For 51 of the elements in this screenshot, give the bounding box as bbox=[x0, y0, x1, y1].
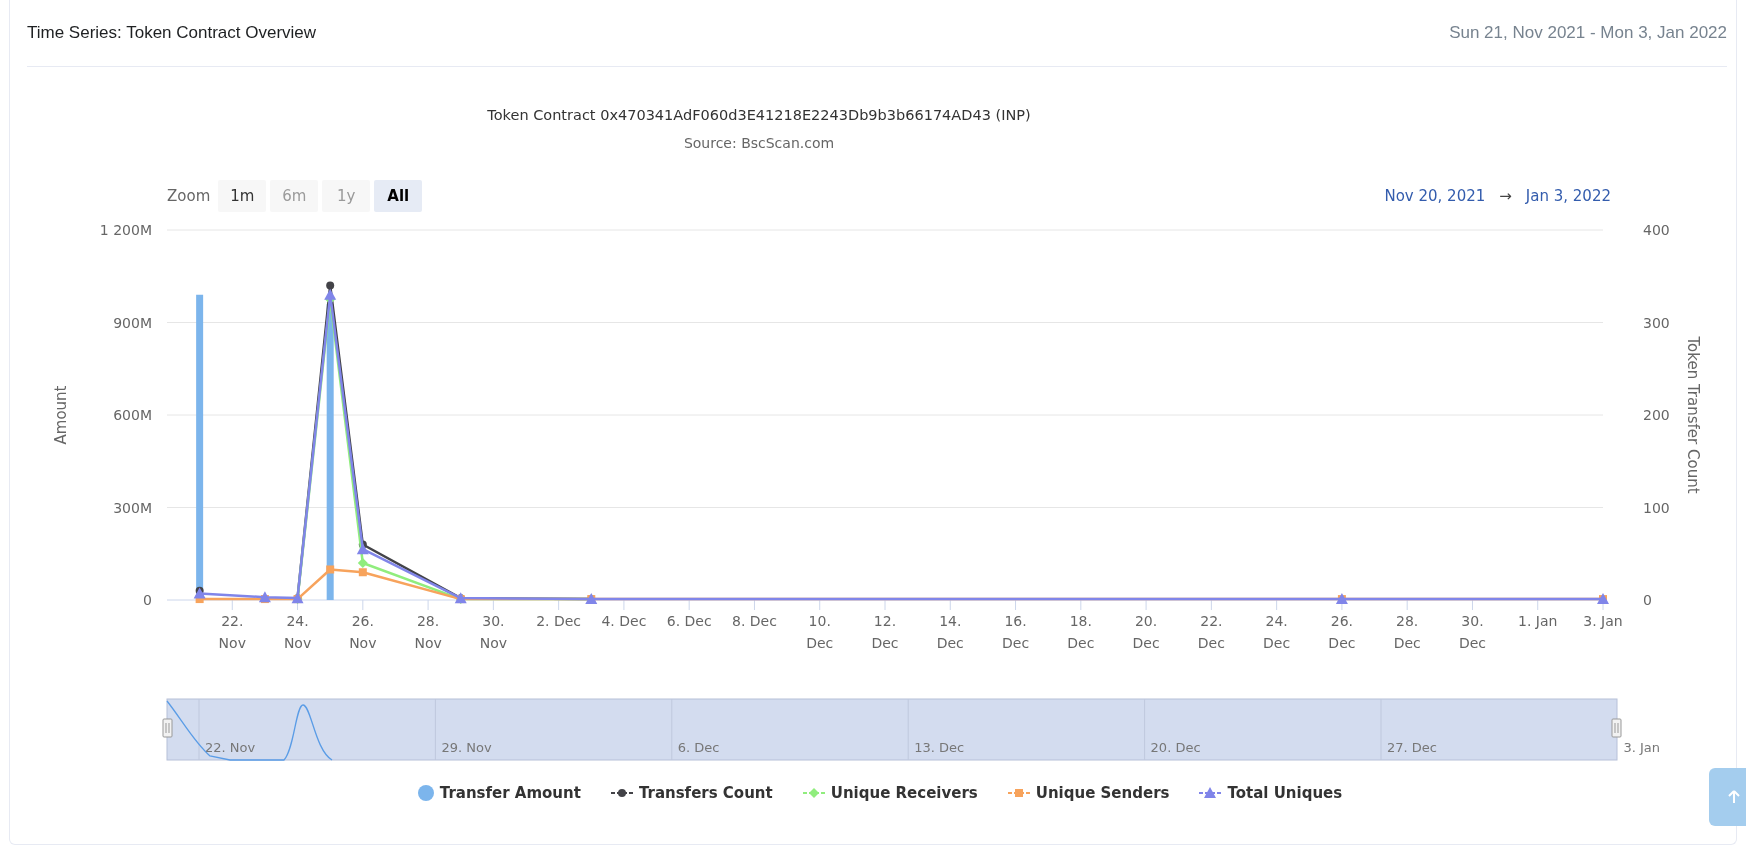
axis-label: 300M bbox=[113, 499, 152, 516]
date-range: Sun 21, Nov 2021 - Mon 3, Jan 2022 bbox=[1449, 23, 1727, 43]
axis-label: 0 bbox=[143, 592, 152, 608]
axis-label: 900M bbox=[113, 314, 152, 331]
axis-label: 26. Dec bbox=[1328, 613, 1356, 651]
axis-label: 200 bbox=[1643, 407, 1670, 423]
axis-label: 30. Nov bbox=[479, 613, 508, 651]
axis-label: 26. Nov bbox=[349, 613, 377, 651]
legend-label: Unique Receivers bbox=[830, 784, 978, 802]
navigator-label: 27. Dec bbox=[1387, 740, 1437, 755]
axis-label: 22. Nov bbox=[218, 613, 246, 651]
axis-label: 24. Dec bbox=[1263, 613, 1291, 651]
axis-label: 8. Dec bbox=[732, 613, 777, 629]
axis-title: Token Transfer Count bbox=[1684, 336, 1702, 494]
axis-label: 3. Jan bbox=[1583, 613, 1623, 629]
navigator-label: 6. Dec bbox=[677, 740, 720, 755]
axis-label: 16. Dec bbox=[1002, 613, 1030, 651]
axis-label: 1 200M bbox=[99, 222, 152, 238]
navigator-label: 29. Nov bbox=[441, 740, 492, 755]
axis-label: 6. Dec bbox=[666, 613, 712, 629]
axis-label: 30. Dec bbox=[1458, 613, 1486, 651]
chart-subtitle: Source: BscScan.com bbox=[682, 134, 836, 153]
axis-label: 300 bbox=[1643, 314, 1670, 331]
axis-label: 28. Dec bbox=[1393, 613, 1421, 651]
zoom-label: Zoom bbox=[167, 187, 211, 205]
axis-label: 600M bbox=[113, 407, 152, 423]
axis-label: 28. Nov bbox=[414, 613, 442, 651]
navigator-label: 22. Nov bbox=[205, 740, 256, 755]
axis-label: 10. Dec bbox=[806, 613, 834, 651]
axis-label: 14. Dec bbox=[936, 613, 964, 651]
axis-label: 0 bbox=[1643, 592, 1652, 608]
navigator-label: 13. Dec bbox=[914, 740, 965, 755]
axis-label: 400 bbox=[1643, 222, 1670, 238]
arrow-separator: → bbox=[1499, 187, 1512, 205]
axis-label: 1. Jan bbox=[1518, 613, 1558, 629]
legend-label: Total Uniques bbox=[1227, 784, 1343, 802]
legend-label: Unique Senders bbox=[1035, 784, 1170, 802]
axis-label: 4. Dec bbox=[601, 613, 647, 629]
axis-label: 22. Dec bbox=[1197, 613, 1225, 651]
axis-label: 20. Dec bbox=[1132, 613, 1160, 651]
navigator-label: 3. Jan bbox=[1623, 740, 1660, 755]
axis-label: 18. Dec bbox=[1067, 613, 1095, 651]
axis-label: 100 bbox=[1643, 499, 1670, 516]
navigator-label: 20. Dec bbox=[1150, 740, 1201, 755]
panel-title: Time Series: Token Contract Overview bbox=[27, 23, 317, 43]
axis-label: 2. Dec bbox=[536, 613, 582, 629]
axis-title: Amount bbox=[52, 385, 70, 445]
chart-title: Token Contract 0x470341AdF060d3E41218E2243Db9b3b66174AD43 (INP) bbox=[486, 106, 1032, 125]
axis-label: 12. Dec bbox=[871, 613, 899, 651]
legend-label: Transfers Count bbox=[638, 784, 773, 802]
axis-label: 24. Nov bbox=[283, 613, 312, 651]
